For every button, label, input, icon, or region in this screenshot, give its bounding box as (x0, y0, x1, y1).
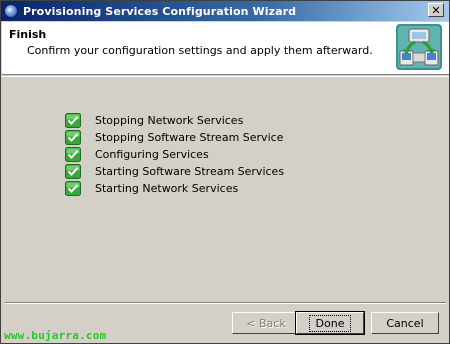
wizard-header: Finish Confirm your configuration settin… (2, 22, 449, 75)
check-icon (65, 181, 81, 196)
done-button[interactable]: Done (295, 311, 365, 335)
step-label: Starting Network Services (95, 182, 239, 195)
step-label: Starting Software Stream Services (95, 165, 285, 178)
check-icon (65, 130, 81, 145)
step-item: Stopping Software Stream Service (65, 129, 284, 146)
provisioning-wizard-icon (396, 24, 442, 70)
window-title: Provisioning Services Configuration Wiza… (23, 4, 297, 18)
step-item: Configuring Services (65, 146, 284, 163)
wizard-window: Provisioning Services Configuration Wiza… (0, 0, 450, 344)
close-icon: ✕ (431, 3, 441, 17)
watermark-text: www.bujarra.com (4, 329, 107, 342)
back-button[interactable]: < Back (232, 312, 300, 334)
page-title: Finish (9, 28, 47, 41)
step-label: Configuring Services (95, 148, 209, 161)
done-button-label: Done (308, 314, 352, 332)
page-subtitle: Confirm your configuration settings and … (27, 44, 373, 57)
app-icon (4, 4, 18, 18)
progress-steps: Stopping Network Services Stopping Softw… (65, 112, 284, 197)
step-item: Starting Network Services (65, 180, 284, 197)
check-icon (65, 147, 81, 162)
step-item: Starting Software Stream Services (65, 163, 284, 180)
close-button[interactable]: ✕ (428, 3, 444, 17)
step-label: Stopping Network Services (95, 114, 244, 127)
cancel-button[interactable]: Cancel (371, 312, 439, 334)
title-bar[interactable]: Provisioning Services Configuration Wiza… (1, 1, 449, 21)
check-icon (65, 113, 81, 128)
header-divider (2, 76, 449, 77)
back-button-label: < Back (246, 316, 286, 330)
check-icon (65, 164, 81, 179)
step-label: Stopping Software Stream Service (95, 131, 284, 144)
cancel-button-label: Cancel (386, 316, 424, 330)
footer-divider (5, 302, 446, 304)
step-item: Stopping Network Services (65, 112, 284, 129)
